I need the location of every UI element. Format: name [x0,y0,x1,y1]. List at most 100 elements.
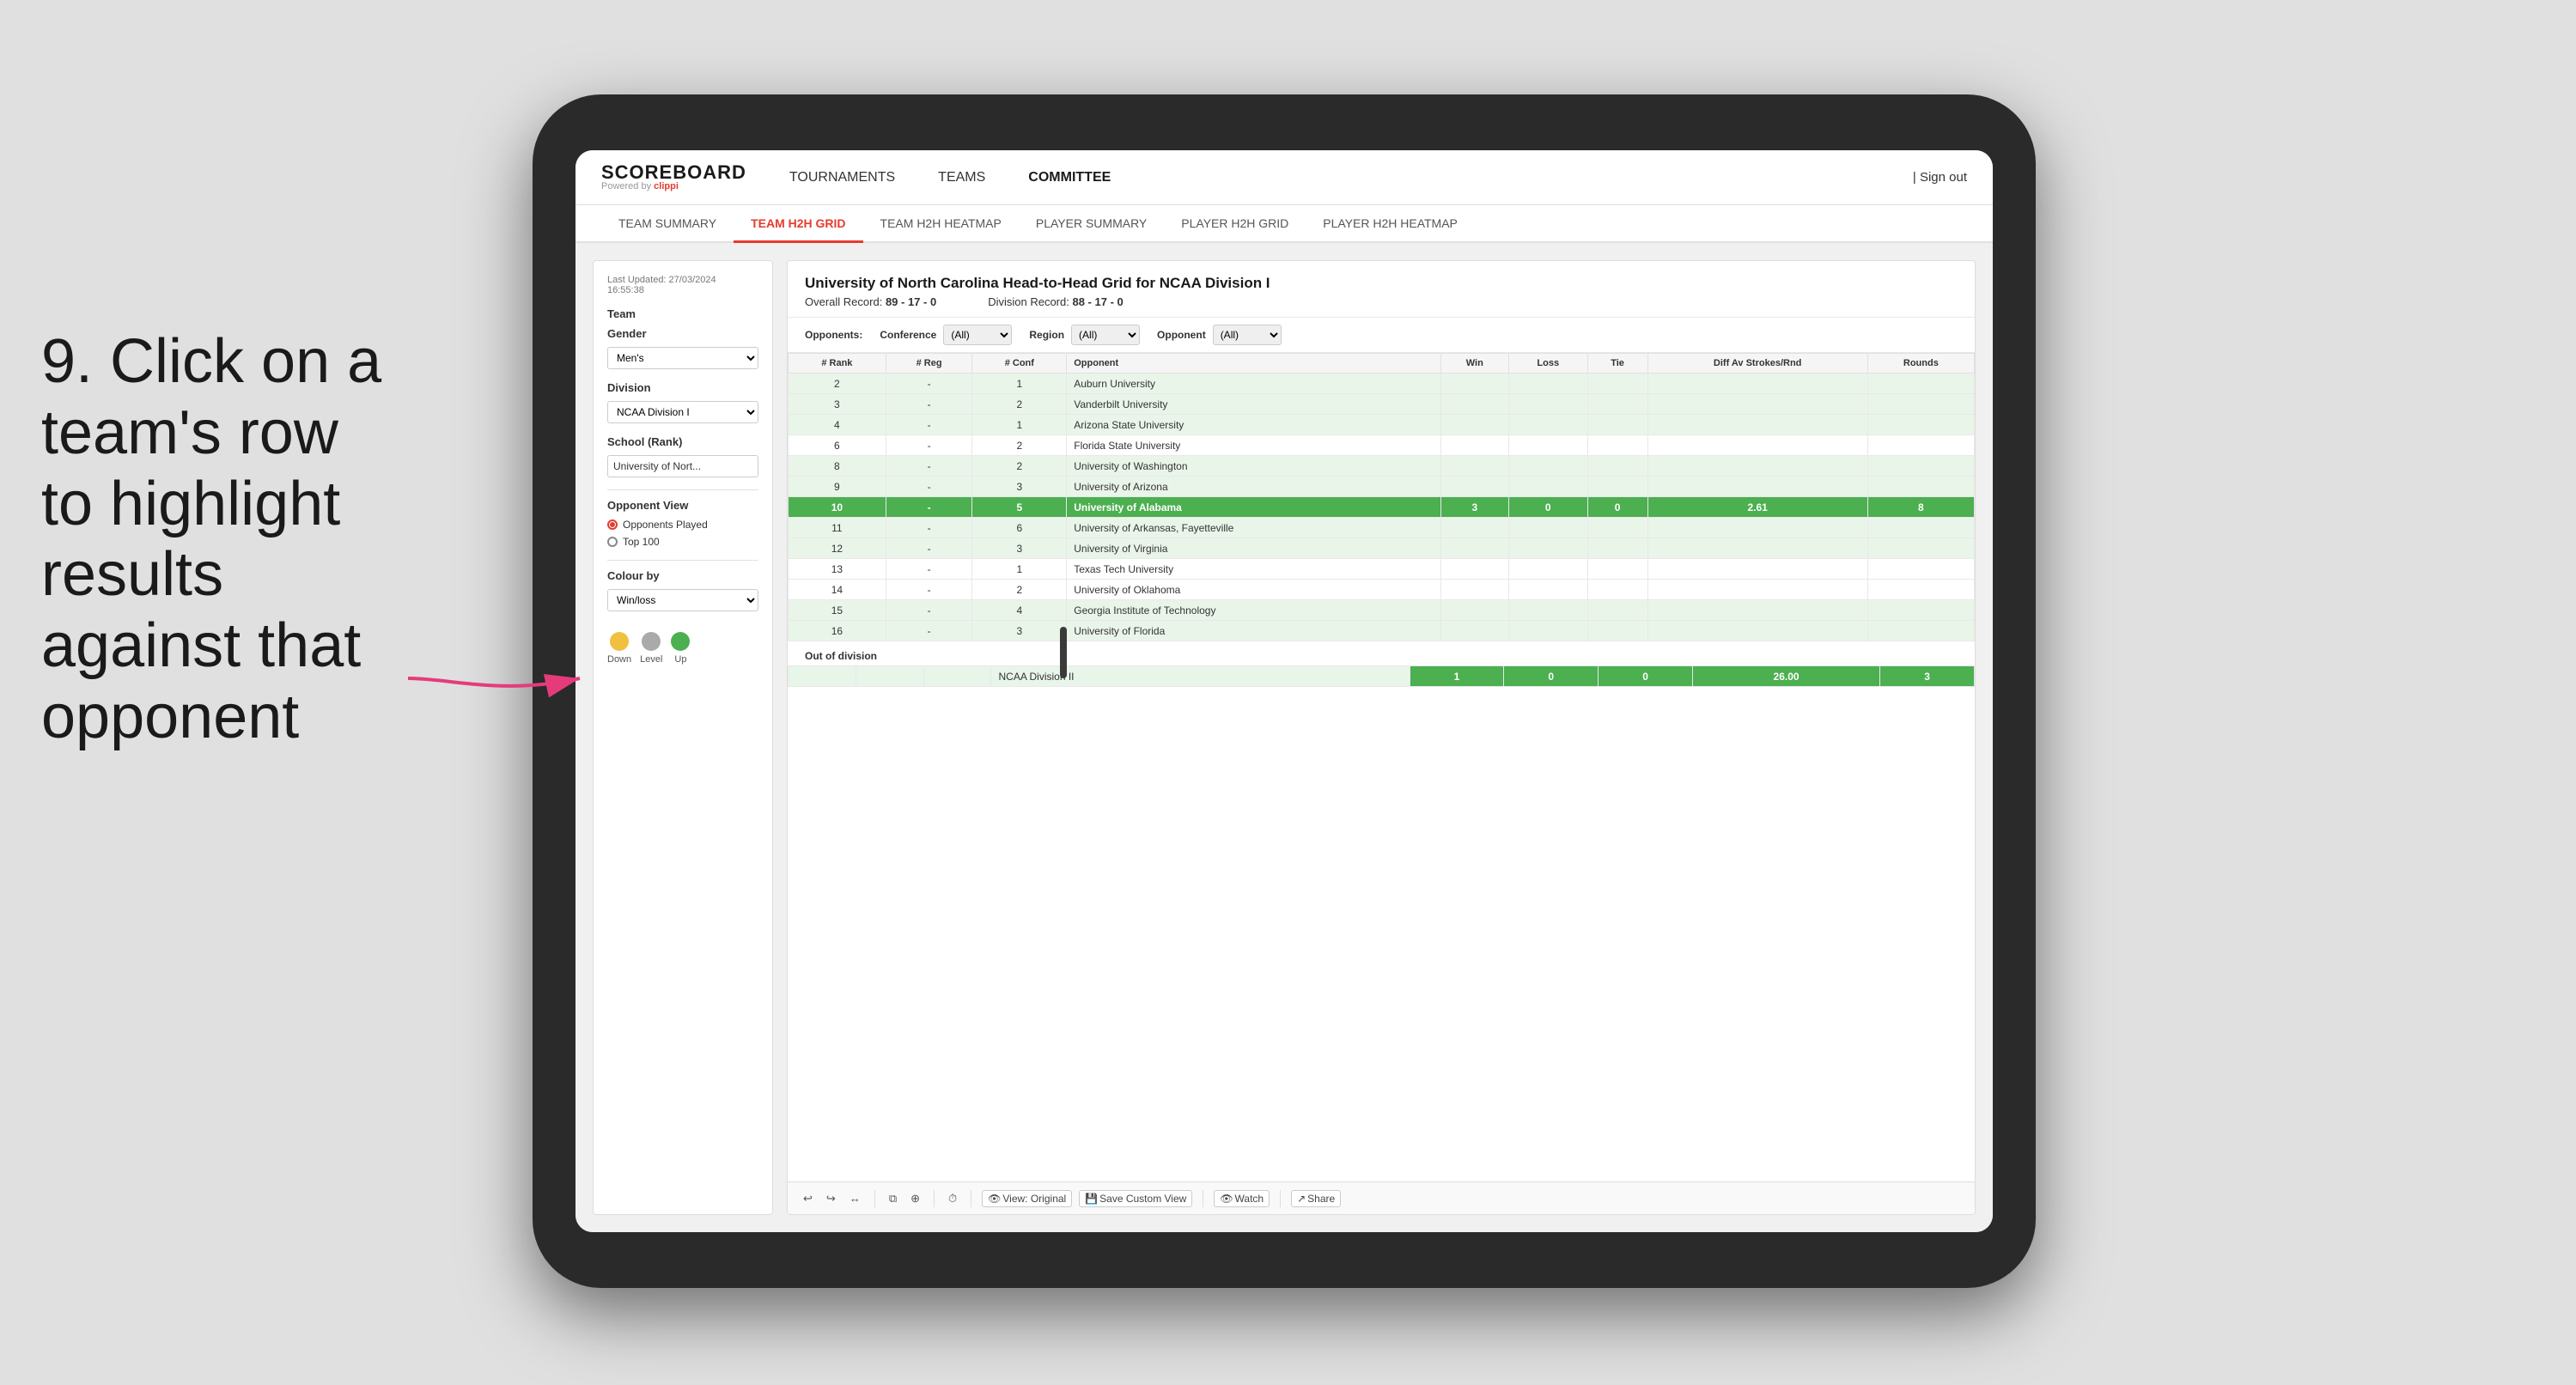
nav-committee[interactable]: COMMITTEE [1028,170,1111,185]
tab-player-summary[interactable]: PLAYER SUMMARY [1019,205,1164,243]
toolbar-sep-5 [1280,1190,1281,1207]
cell-diff [1647,394,1867,415]
conference-filter-select[interactable]: (All) [943,325,1012,345]
clock-btn[interactable]: ⏱ [945,1190,960,1207]
cell-conf: 1 [972,559,1067,580]
gender-select[interactable]: Men's [607,347,758,369]
tab-player-h2h-heatmap[interactable]: PLAYER H2H HEATMAP [1306,205,1475,243]
share-label: Share [1307,1193,1335,1205]
table-row[interactable]: 14 - 2 University of Oklahoma [789,580,1975,600]
table-row[interactable]: 3 - 2 Vanderbilt University [789,394,1975,415]
table-row[interactable]: 2 - 1 Auburn University [789,374,1975,394]
redo-btn[interactable]: ↪ [823,1190,839,1207]
cell-conf: 4 [972,600,1067,621]
colour-by-select[interactable]: Win/loss [607,589,758,611]
table-row[interactable]: 10 - 5 University of Alabama 3 0 0 2.61 … [789,497,1975,518]
cell-conf: 2 [972,394,1067,415]
logo-area: SCOREBOARD Powered by clippi [601,163,746,191]
region-filter-select[interactable]: (All) [1071,325,1140,345]
ood-rounds: 3 [1880,666,1975,687]
cell-tie [1587,456,1647,477]
cell-tie [1587,374,1647,394]
tab-team-h2h-heatmap[interactable]: TEAM H2H HEATMAP [863,205,1019,243]
school-value[interactable]: University of Nort... [607,455,758,477]
cell-tie [1587,435,1647,456]
cell-rounds [1867,580,1974,600]
table-row[interactable]: 4 - 1 Arizona State University [789,415,1975,435]
nav-teams[interactable]: TEAMS [938,170,985,185]
tab-team-summary[interactable]: TEAM SUMMARY [601,205,734,243]
opponents-label: Opponents: [805,329,862,341]
cell-rounds [1867,621,1974,641]
table-row[interactable]: 9 - 3 University of Arizona [789,477,1975,497]
division-record-value: 88 - 17 - 0 [1072,295,1123,308]
table-row[interactable]: 13 - 1 Texas Tech University [789,559,1975,580]
share-btn[interactable]: ↗ Share [1291,1190,1341,1207]
table-body: 2 - 1 Auburn University 3 - 2 Vanderbilt… [789,374,1975,641]
table-row[interactable]: 6 - 2 Florida State University [789,435,1975,456]
logo-powered: Powered by clippi [601,182,746,191]
cell-conf: 3 [972,477,1067,497]
cell-win [1440,580,1508,600]
filter-region-group: Region (All) [1029,325,1140,345]
division-select[interactable]: NCAA Division I [607,401,758,423]
table-row[interactable]: 8 - 2 University of Washington [789,456,1975,477]
cell-rounds [1867,394,1974,415]
cell-rounds [1867,538,1974,559]
save-custom-btn[interactable]: 💾 Save Custom View [1079,1190,1192,1207]
radio-opponents-played[interactable]: Opponents Played [607,519,758,531]
cell-opponent: University of Oklahoma [1067,580,1440,600]
nav-sign-out[interactable]: | Sign out [1913,170,1967,185]
cell-opponent: Florida State University [1067,435,1440,456]
undo-btn[interactable]: ↩ [800,1190,816,1207]
col-reg: # Reg [886,354,972,374]
toolbar-sep-2 [934,1190,935,1207]
watch-label: Watch [1235,1193,1264,1205]
cell-opponent: University of Florida [1067,621,1440,641]
tablet-side-button [1060,627,1067,678]
add-btn[interactable]: ⊕ [907,1190,923,1207]
watch-btn[interactable]: 👁 Watch [1214,1190,1270,1207]
table-row[interactable]: 16 - 3 University of Florida [789,621,1975,641]
cell-rank: 2 [789,374,886,394]
cell-conf: 2 [972,435,1067,456]
cell-reg: - [886,538,972,559]
legend-down: Down [607,632,631,665]
cell-diff [1647,477,1867,497]
cell-rank: 14 [789,580,886,600]
cell-tie [1587,394,1647,415]
team-label: Team [607,307,758,320]
filter-row: Opponents: Conference (All) Region (All) [788,318,1975,353]
cell-loss [1509,394,1588,415]
cell-tie [1587,600,1647,621]
tab-team-h2h-grid[interactable]: TEAM H2H GRID [734,205,862,243]
cell-win [1440,559,1508,580]
cell-diff [1647,538,1867,559]
view-label: View: Original [1002,1193,1066,1205]
opponent-filter-select[interactable]: (All) [1213,325,1282,345]
table-row[interactable]: 12 - 3 University of Virginia [789,538,1975,559]
colour-by-label: Colour by [607,569,758,582]
tablet-screen: SCOREBOARD Powered by clippi TOURNAMENTS… [575,150,1993,1232]
col-rank: # Rank [789,354,886,374]
cell-opponent: Georgia Institute of Technology [1067,600,1440,621]
view-original-btn[interactable]: 👁 View: Original [982,1190,1072,1207]
cell-reg: - [886,559,972,580]
ood-conf [923,666,991,687]
back-btn[interactable]: ↔ [846,1190,864,1206]
table-row[interactable]: 11 - 6 University of Arkansas, Fayettevi… [789,518,1975,538]
out-of-division-row[interactable]: NCAA Division II 1 0 0 26.00 3 [789,666,1975,687]
radio-dot-2 [607,537,618,547]
radio-top100[interactable]: Top 100 [607,536,758,548]
division-record-label: Division Record: [988,295,1069,308]
cell-reg: - [886,497,972,518]
cell-opponent: Texas Tech University [1067,559,1440,580]
cell-tie [1587,621,1647,641]
tab-player-h2h-grid[interactable]: PLAYER H2H GRID [1164,205,1306,243]
legend-up: Up [671,632,690,665]
cell-win [1440,538,1508,559]
h2h-grid-table: # Rank # Reg # Conf Opponent Win Loss Ti… [788,353,1975,641]
nav-tournaments[interactable]: TOURNAMENTS [789,170,895,185]
copy-btn[interactable]: ⧉ [886,1190,900,1207]
table-row[interactable]: 15 - 4 Georgia Institute of Technology [789,600,1975,621]
